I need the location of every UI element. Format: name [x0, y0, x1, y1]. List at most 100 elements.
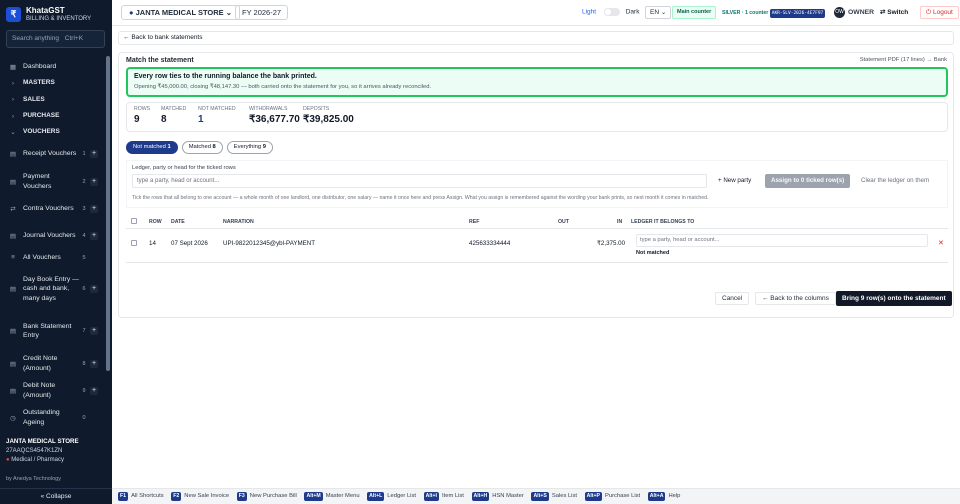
stat-label: MATCHED	[161, 106, 187, 112]
shortcut-ledger-list[interactable]: Alt+L Ledger List	[367, 489, 416, 503]
bring-rows-button[interactable]: Bring 9 row(s) onto the statement	[836, 291, 952, 306]
sidebar-item-dashboard[interactable]: ▦ Dashboard	[0, 58, 104, 75]
avatar[interactable]: OW	[834, 7, 845, 18]
reconciled-banner: Every row ties to the running balance th…	[126, 67, 948, 97]
user-role: OWNER	[848, 9, 875, 16]
sidebar-item-label: Bank Statement Entry	[23, 322, 72, 340]
sidebar-item-vouchers[interactable]: ⌄ VOUCHERS	[0, 124, 104, 140]
main-content: ← Back to bank statements Match the stat…	[112, 26, 960, 488]
shortcut-item-list[interactable]: Alt+I Item List	[423, 489, 464, 503]
sidebar-item-receipt-vouchers[interactable]: ▤ Receipt Vouchers 1 +	[0, 140, 104, 168]
add-receipt-voucher-button[interactable]: +	[90, 150, 98, 158]
add-credit-note-button[interactable]: +	[90, 359, 98, 368]
clear-ledger-button[interactable]: Clear the ledger on them	[855, 174, 935, 188]
stat-label: WITHDRAWALS	[249, 106, 288, 112]
shortcut-purchase-list[interactable]: Alt+P Purchase List	[584, 489, 640, 503]
shortcut-hsn-master[interactable]: Alt+H HSN Master	[471, 489, 524, 503]
filter-label: Everything	[233, 144, 262, 150]
shortcut-number: 2	[82, 178, 86, 185]
sidebar-item-debit-note[interactable]: ▤ Debit Note (Amount) 9 +	[0, 377, 104, 404]
counter-badge[interactable]: Main counter	[672, 6, 717, 19]
sidebar-item-outstanding-ageing[interactable]: ◷ Outstanding Ageing 0	[0, 404, 104, 431]
store-selector[interactable]: ● JANTA MEDICAL STORE ⌄	[121, 5, 241, 20]
shortcut-sales-list[interactable]: Alt+S Sales List	[531, 489, 577, 503]
ledger-input[interactable]: type a party, head or account...	[132, 174, 707, 188]
sidebar-item-sales[interactable]: › SALES	[0, 91, 104, 108]
sidebar-item-masters[interactable]: › MASTERS	[0, 75, 104, 91]
sidebar-item-contra-vouchers[interactable]: ⇄ Contra Vouchers 3 +	[0, 195, 104, 222]
shortcut-all[interactable]: F1 All Shortcuts	[118, 489, 164, 503]
brand-title: KhataGST	[26, 6, 65, 15]
new-party-button[interactable]: + New party	[714, 174, 755, 188]
add-journal-voucher-button[interactable]: +	[90, 231, 98, 240]
language-selector[interactable]: EN ⌄	[645, 6, 672, 19]
sidebar-item-payment-vouchers[interactable]: ▤ Payment Vouchers 2 +	[0, 168, 104, 195]
column-in: IN	[617, 219, 623, 225]
row-filters: Not matched 1 Matched 8 Everything 9	[126, 141, 275, 154]
back-to-columns-button[interactable]: ← Back to the columns	[755, 292, 836, 305]
shortcut-number: 9	[82, 387, 86, 394]
sidebar-item-credit-note[interactable]: ▤ Credit Note (Amount) 8 +	[0, 350, 104, 377]
back-label: Back to bank statements	[131, 34, 203, 41]
theme-switch[interactable]	[603, 8, 620, 16]
add-payment-voucher-button[interactable]: +	[90, 177, 98, 186]
theme-toggle[interactable]: Light Dark	[582, 8, 639, 16]
pill-icon: ●	[6, 457, 10, 463]
sidebar-item-journal-vouchers[interactable]: ▤ Journal Vouchers 4 +	[0, 222, 104, 249]
statement-table: ROW DATE NARRATION REF OUT IN LEDGER IT …	[126, 213, 948, 263]
brand[interactable]: ₹ KhataGST BILLING & INVENTORY	[6, 6, 91, 22]
back-to-bank-statements-link[interactable]: ← Back to bank statements	[118, 31, 954, 45]
row-status: Not matched	[636, 250, 670, 256]
add-debit-note-button[interactable]: +	[90, 386, 98, 395]
financial-year-selector[interactable]: FY 2026-27	[235, 5, 289, 20]
filter-label: Not matched	[133, 144, 166, 150]
sidebar-item-bank-statement[interactable]: ▤ Bank Statement Entry 7 +	[0, 312, 104, 350]
payment-icon: ▤	[9, 178, 17, 186]
bulk-ledger-assign: Ledger, party or head for the ticked row…	[126, 160, 948, 208]
add-contra-voucher-button[interactable]: +	[90, 204, 98, 213]
row-ledger-input[interactable]: type a party, head or account...	[636, 234, 928, 247]
sidebar-item-label: Debit Note (Amount)	[23, 382, 56, 399]
logout-button[interactable]: ⏻ Logout	[920, 6, 959, 19]
sidebar-scrollbar[interactable]	[106, 56, 110, 371]
chevron-right-icon: ›	[11, 112, 15, 120]
shortcut-number: 0	[82, 414, 86, 421]
row-in: ₹2,375.00	[597, 240, 626, 247]
shortcut-new-purchase-bill[interactable]: F3 New Purchase Bill	[236, 489, 297, 503]
stat-value: 1	[198, 114, 204, 125]
shortcut-new-sale-invoice[interactable]: F2 New Sale Invoice	[171, 489, 229, 503]
table-row[interactable]: 14 07 Sept 2026 UPI-9822012345@ybl-PAYME…	[126, 229, 948, 263]
column-ref: REF	[469, 219, 480, 225]
column-ledger: LEDGER IT BELONGS TO	[631, 219, 695, 225]
licence-key: AKR-SLV-2026-4E7F97	[769, 9, 826, 18]
shortcut-key: Alt+H	[471, 492, 490, 501]
search-input[interactable]: Search anything Ctrl+K	[6, 30, 105, 48]
select-all-checkbox[interactable]	[131, 218, 137, 224]
add-bank-statement-button[interactable]: +	[90, 327, 98, 335]
filter-not-matched[interactable]: Not matched 1	[126, 141, 178, 154]
sidebar-item-all-vouchers[interactable]: ≡ All Vouchers 5	[0, 249, 104, 266]
stat-value: 8	[161, 114, 167, 125]
filter-label: Matched	[188, 144, 211, 150]
statement-source-link[interactable]: Statement PDF (17 lines) → Bank	[860, 57, 947, 63]
filter-count: 1	[167, 144, 171, 150]
sidebar-item-label: Credit Note (Amount)	[23, 355, 58, 372]
row-checkbox[interactable]	[131, 240, 137, 246]
shortcut-master-menu[interactable]: Alt+M Master Menu	[304, 489, 360, 503]
filter-everything[interactable]: Everything 9	[226, 141, 273, 154]
filter-matched[interactable]: Matched 8	[181, 141, 223, 154]
logout-label: Logout	[932, 9, 953, 16]
sidebar-item-label: Outstanding Ageing	[23, 409, 60, 426]
contra-icon: ⇄	[10, 205, 16, 213]
store-gstin: 27AAQCS4547K1ZN	[6, 448, 63, 454]
cancel-button[interactable]: Cancel	[715, 292, 750, 305]
sidebar-item-purchase[interactable]: › PURCHASE	[0, 108, 104, 124]
add-day-book-button[interactable]: +	[90, 285, 98, 293]
switch-user-button[interactable]: ⇄ Switch	[880, 8, 908, 16]
shortcut-number: 7	[82, 328, 86, 334]
remove-row-icon[interactable]: ✕	[938, 239, 944, 247]
sidebar-item-day-book[interactable]: ▤ Day Book Entry — cash and bank, many d…	[0, 266, 104, 312]
collapse-sidebar-button[interactable]: « Collapse	[0, 488, 112, 504]
assign-button[interactable]: Assign to 0 ticked row(s)	[765, 174, 851, 188]
shortcut-help[interactable]: Alt+A Help	[647, 489, 680, 503]
